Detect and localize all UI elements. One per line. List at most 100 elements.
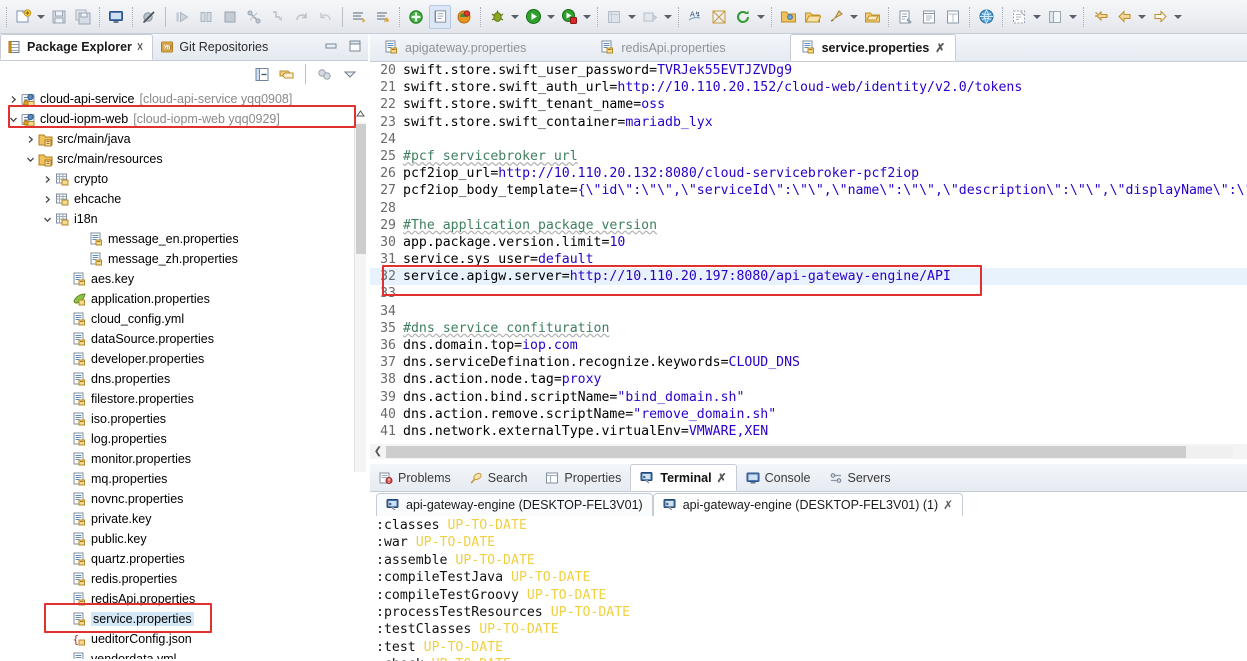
step-return-icon[interactable] [315, 5, 337, 29]
new-class-dropdown-arrow[interactable] [626, 6, 637, 28]
open-console-icon[interactable] [105, 5, 127, 29]
tree-item-developer-properties[interactable]: developer.properties [0, 349, 368, 369]
tree-item-public-key[interactable]: public.key [0, 529, 368, 549]
tree-item-cloud-config-yml[interactable]: cloud_config.yml [0, 309, 368, 329]
open-perspective-icon[interactable] [1044, 5, 1066, 29]
scrollbar-track[interactable] [386, 445, 1233, 458]
code-line-20[interactable]: 20 swift.store.swift_user_password=TVRJek… [370, 62, 1247, 79]
code-line-39[interactable]: 39 dns.action.bind.scriptName="bind_domai… [370, 389, 1247, 406]
code-line-24[interactable]: 24 [370, 131, 1247, 148]
code-line-40[interactable]: 40 dns.action.remove.scriptName="remove_d… [370, 406, 1247, 423]
chevron-right-icon[interactable] [6, 95, 20, 104]
terminal-output[interactable]: :classes UP-TO-DATE:war UP-TO-DATE:assem… [370, 516, 1247, 661]
tree-item-message-zh-properties[interactable]: message_zh.properties [0, 249, 368, 269]
editor-horizontal-scrollbar[interactable]: ❮ [370, 444, 1247, 459]
new-package-dropdown-arrow[interactable] [662, 6, 673, 28]
code-line-21[interactable]: 21 swift.store.swift_auth_url=http://10.1… [370, 79, 1247, 96]
code-line-22[interactable]: 22 swift.store.swift_tenant_name=oss [370, 96, 1247, 113]
properties-editor-content[interactable]: 20 swift.store.swift_user_password=TVRJek… [370, 62, 1247, 444]
maximize-button[interactable] [347, 39, 362, 53]
table-view-icon[interactable] [942, 5, 964, 29]
tree-vertical-scrollbar[interactable] [354, 122, 366, 472]
bottom-tab-properties[interactable]: Properties [536, 464, 630, 491]
toggle-mark-occurrences-icon[interactable] [1008, 5, 1030, 29]
chevron-right-icon[interactable] [40, 195, 54, 204]
tree-item-crypto[interactable]: crypto [0, 169, 368, 189]
export-icon[interactable] [861, 5, 883, 29]
tree-item-message-en-properties[interactable]: message_en.properties [0, 229, 368, 249]
tree-item-private-key[interactable]: private.key [0, 509, 368, 529]
skip-all-breakpoints-icon[interactable] [138, 5, 160, 29]
tree-item-quartz-properties[interactable]: quartz.properties [0, 549, 368, 569]
code-line-25[interactable]: 25 #pcf servicebroker url [370, 148, 1247, 165]
code-line-34[interactable]: 34 [370, 303, 1247, 320]
refresh-icon[interactable] [732, 5, 754, 29]
tree-item-datasource-properties[interactable]: dataSource.properties [0, 329, 368, 349]
step-over-icon[interactable] [291, 5, 313, 29]
debug-icon[interactable] [486, 5, 508, 29]
coverage-icon[interactable] [405, 5, 427, 29]
pin-dropdown-arrow[interactable] [848, 6, 859, 28]
minimize-button[interactable] [323, 39, 338, 53]
focus-on-active-task-icon[interactable] [314, 64, 335, 84]
back-to-icon[interactable] [1089, 5, 1111, 29]
scroll-left-button[interactable]: ❮ [370, 446, 386, 457]
tree-item-aes-key[interactable]: aes.key [0, 269, 368, 289]
new-document-icon[interactable] [894, 5, 916, 29]
properties-view-icon[interactable] [918, 5, 940, 29]
editor-tab-redisapi-properties[interactable]: redisApi.properties [590, 34, 735, 61]
run-icon[interactable] [522, 5, 544, 29]
run-external-tools-dropdown-arrow[interactable] [581, 6, 592, 28]
new-class-icon[interactable] [603, 5, 625, 29]
code-line-37[interactable]: 37 dns.serviceDefination.recognize.keywor… [370, 354, 1247, 371]
mark-occurrences-dropdown-arrow[interactable] [1031, 6, 1042, 28]
debug-dropdown-arrow[interactable] [509, 6, 520, 28]
open-type-icon[interactable]: A↯ [684, 5, 706, 29]
next-annotation-icon[interactable] [348, 5, 370, 29]
tree-item-application-properties[interactable]: application.properties [0, 289, 368, 309]
tree-item-log-properties[interactable]: log.properties [0, 429, 368, 449]
backward-icon[interactable] [1113, 5, 1135, 29]
open-task-icon[interactable] [429, 4, 451, 29]
tree-item-cloud-api-service[interactable]: cloud-api-service [cloud-api-service yqq0… [0, 89, 368, 109]
close-icon[interactable]: ✗ [943, 498, 953, 512]
pin-icon[interactable] [825, 5, 847, 29]
tree-item-src-main-java[interactable]: src/main/java [0, 129, 368, 149]
refresh-dropdown-arrow[interactable] [755, 6, 766, 28]
project-tree[interactable]: cloud-api-service [cloud-api-service yqq0… [0, 87, 368, 659]
code-line-29[interactable]: 29 #The application package version [370, 217, 1247, 234]
view-menu-icon[interactable] [339, 64, 360, 84]
code-line-28[interactable]: 28 [370, 200, 1247, 217]
save-all-icon[interactable] [72, 5, 94, 29]
code-line-23[interactable]: 23 swift.store.swift_container=mariadb_ly… [370, 114, 1247, 131]
chevron-down-icon[interactable] [40, 215, 54, 224]
close-icon[interactable]: ✗ [935, 41, 945, 55]
bottom-tab-console[interactable]: Console [737, 464, 820, 491]
bottom-tab-problems[interactable]: Problems [370, 464, 460, 491]
code-line-33[interactable]: 33 [370, 285, 1247, 302]
close-icon[interactable]: ☓ [137, 40, 143, 54]
tree-item-i18n[interactable]: i18n [0, 209, 368, 229]
open-folder-icon[interactable] [777, 5, 799, 29]
forward-dropdown-arrow[interactable] [1172, 6, 1183, 28]
bottom-tab-servers[interactable]: Servers [820, 464, 900, 491]
disconnect-icon[interactable] [243, 5, 265, 29]
code-line-41[interactable]: 41 dns.network.externalType.virtualEnv=VM… [370, 423, 1247, 440]
chevron-right-icon[interactable] [23, 135, 37, 144]
web-browser-icon[interactable] [975, 5, 997, 29]
tree-item-mq-properties[interactable]: mq.properties [0, 469, 368, 489]
scrollbar-thumb[interactable] [386, 445, 1186, 458]
backward-dropdown-arrow[interactable] [1136, 6, 1147, 28]
terminal-tab-1[interactable]: api-gateway-engine (DESKTOP-FEL3V01) (1)… [652, 493, 964, 516]
code-line-30[interactable]: 30 app.package.version.limit=10 [370, 234, 1247, 251]
bottom-tab-search[interactable]: Search [460, 464, 537, 491]
new-wizard-dropdown-arrow[interactable] [35, 6, 46, 28]
tree-item-cloud-iopm-web[interactable]: cloud-iopm-web [cloud-iopm-web yqq0929] [0, 109, 368, 129]
collapse-all-icon[interactable] [251, 64, 272, 84]
terminal-tab-0[interactable]: api-gateway-engine (DESKTOP-FEL3V01) [376, 493, 653, 516]
tree-item-dns-properties[interactable]: dns.properties [0, 369, 368, 389]
tree-item-filestore-properties[interactable]: filestore.properties [0, 389, 368, 409]
tree-item-redis-properties[interactable]: redis.properties [0, 569, 368, 589]
bottom-tab-terminal[interactable]: Terminal ✗ [630, 464, 737, 491]
chevron-down-icon[interactable] [23, 155, 37, 164]
